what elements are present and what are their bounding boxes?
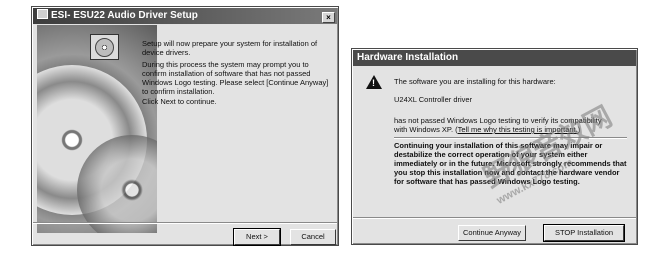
warning-icon: ! — [366, 75, 382, 89]
setup-title-buttons: × — [321, 10, 335, 24]
next-button[interactable]: Next > — [233, 228, 281, 246]
stop-installation-button[interactable]: STOP Installation — [543, 224, 625, 242]
setup-titlebar[interactable]: ESI- ESU22 Audio Driver Setup × — [33, 8, 337, 24]
hw-separator — [353, 217, 636, 219]
setup-continue-text: Click Next to continue. — [142, 97, 217, 106]
hw-title: Hardware Installation — [357, 52, 459, 63]
setup-title: ESI- ESU22 Audio Driver Setup — [51, 10, 198, 21]
setup-window: ESI- ESU22 Audio Driver Setup × Setup wi… — [31, 6, 339, 246]
setup-close-icon[interactable]: × — [322, 12, 335, 23]
cancel-button[interactable]: Cancel — [290, 229, 336, 245]
setup-prompt-text: During this process the system may promp… — [142, 60, 329, 96]
hw-intro-text: The software you are installing for this… — [394, 77, 556, 86]
continue-anyway-button[interactable]: Continue Anyway — [458, 225, 526, 241]
setup-cd-icon — [90, 34, 119, 60]
setup-separator — [33, 222, 337, 224]
hw-os-text: with Windows XP. — [394, 125, 454, 134]
setup-intro-text: Setup will now prepare your system for i… — [142, 39, 318, 57]
hw-titlebar[interactable]: Hardware Installation — [353, 50, 636, 66]
setup-app-icon — [37, 9, 48, 19]
